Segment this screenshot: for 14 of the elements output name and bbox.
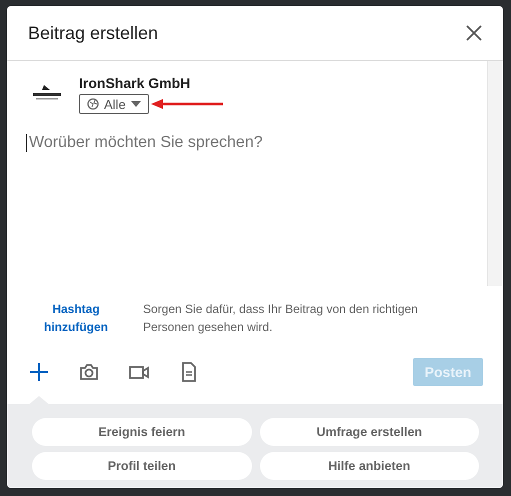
globe-icon — [87, 98, 99, 110]
dialog-title: Beitrag erstellen — [28, 22, 158, 44]
suggestion-button[interactable]: Ereignis feiern — [32, 418, 252, 446]
close-icon[interactable] — [465, 24, 483, 42]
suggestion-button[interactable]: Hilfe anbieten — [260, 452, 479, 480]
scrollbar[interactable] — [487, 61, 503, 286]
hashtag-hint: Sorgen Sie dafür, dass Ihr Beitrag von den richtigen Personen gesehen wird. — [143, 301, 419, 336]
hashtag-link[interactable]: Hashtag hinzufügen — [37, 300, 115, 336]
author-name: IronShark GmbH — [79, 75, 192, 91]
plus-icon — [27, 360, 51, 384]
suggestion-button[interactable]: Umfrage erstellen — [260, 418, 479, 446]
suggestion-button[interactable]: Profil teilen — [32, 452, 252, 480]
visibility-dropdown[interactable]: Alle — [79, 94, 149, 114]
caret-icon — [130, 101, 141, 107]
